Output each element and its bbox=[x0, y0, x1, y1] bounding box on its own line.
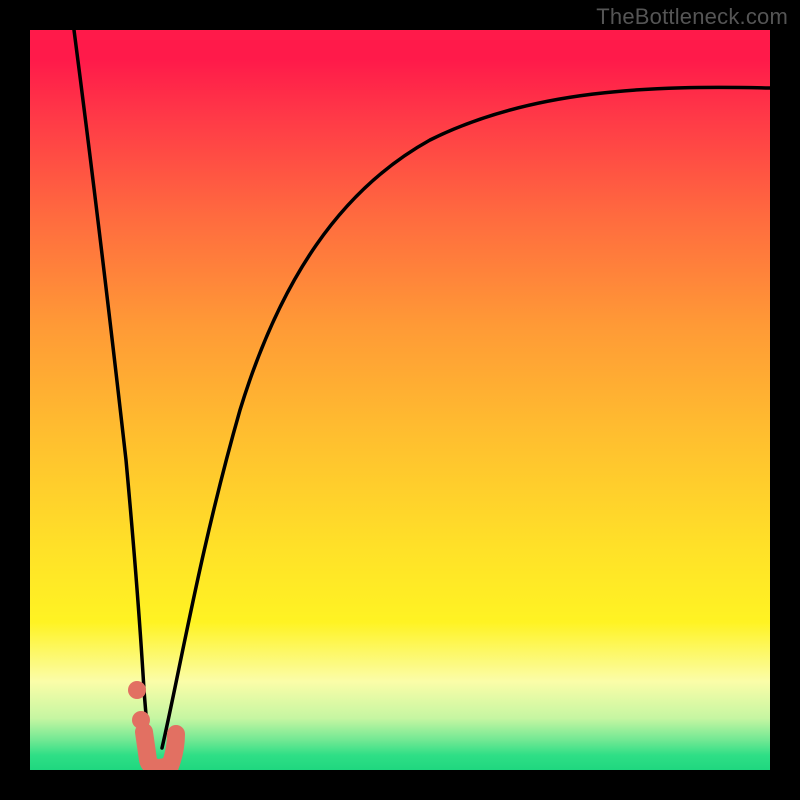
curve-left bbox=[74, 30, 150, 752]
chart-svg bbox=[30, 30, 770, 770]
chart-frame: TheBottleneck.com bbox=[0, 0, 800, 800]
marker-hook bbox=[144, 732, 176, 768]
plot-area bbox=[30, 30, 770, 770]
marker-dot-upper bbox=[128, 681, 146, 699]
curve-right bbox=[162, 87, 770, 748]
watermark-text: TheBottleneck.com bbox=[596, 4, 788, 30]
